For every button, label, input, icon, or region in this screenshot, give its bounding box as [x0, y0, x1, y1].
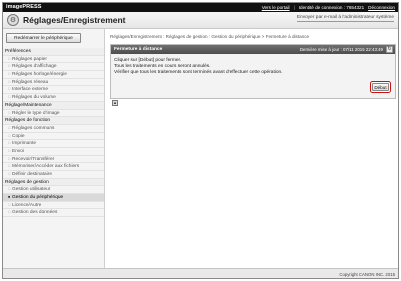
sidebar-item-label: Réglages d'affichage: [12, 64, 57, 70]
sidebar-item-label: Régler le type d'image: [12, 110, 60, 116]
page-title: Réglages/Enregistrement: [23, 15, 126, 25]
sidebar-item-label: Interface externe: [12, 87, 48, 93]
portal-link[interactable]: Vers le portail: [262, 5, 290, 10]
arrow-up-icon[interactable]: ▲: [112, 100, 118, 106]
sidebar-item-label: Gestion utilisateur: [12, 187, 51, 193]
sidebar-item[interactable]: □ Recevoir/Transférer: [3, 156, 104, 164]
sidebar-item-label: Mémoriser/Accéder aux fichiers: [12, 164, 80, 170]
sidebar-item-label: Réglages de fonction: [5, 118, 51, 124]
sidebar-item[interactable]: □ Réglages d'affichage: [3, 63, 104, 72]
sidebar-item-label: Imprimante: [12, 141, 36, 147]
sidebar-item-label: Réglages réseau: [12, 79, 49, 85]
sidebar-item[interactable]: □ Réglages papier: [3, 56, 104, 64]
sidebar-item[interactable]: □ Réglages horloge/énergie: [3, 71, 104, 79]
sidebar-item[interactable]: □ Gestion des données: [3, 209, 104, 218]
main-content: Réglages/Enregistrement : Réglages de ge…: [106, 29, 398, 268]
sidebar-item-label: Réglages horloge/énergie: [12, 72, 67, 78]
sidebar-item[interactable]: □ Imprimante: [3, 140, 104, 148]
sidebar-section-header[interactable]: Réglages de gestion: [3, 178, 104, 187]
email-admin-link[interactable]: Envoyer par e-mail à l'administrateur sy…: [296, 15, 394, 22]
brand-logo: imagePRESS: [6, 4, 42, 10]
sidebar-item-label: Gestion du périphérique: [12, 195, 64, 201]
sidebar-item[interactable]: □ Réglages du volume: [3, 94, 104, 102]
sidebar-item-label: Réglages de gestion: [5, 179, 49, 185]
app-window: imagePRESS Vers le portail | Identité de…: [2, 2, 399, 279]
sidebar-item-label: Préférences: [5, 49, 31, 54]
breadcrumb: Réglages/Enregistrement : Réglages de ge…: [110, 34, 310, 39]
sidebar-item-label: Recevoir/Transférer: [12, 156, 55, 162]
message-line: Tous les traitements en cours seront ann…: [114, 64, 211, 69]
sidebar-item-label: Licence/Autre: [12, 202, 42, 208]
start-button[interactable]: Début: [372, 83, 389, 91]
sidebar-item[interactable]: □ Gestion utilisateur: [3, 186, 104, 195]
top-bar: imagePRESS Vers le portail | Identité de…: [3, 3, 398, 12]
sidebar-item-label: Réglages du volume: [12, 95, 56, 101]
start-button-highlight: Début: [370, 81, 391, 93]
separator: |: [293, 4, 295, 10]
sidebar-item[interactable]: □ Définir destinataire: [3, 171, 104, 179]
sidebar-item[interactable]: □ Copie: [3, 133, 104, 141]
sidebar-item-label: Gestion des données: [12, 210, 58, 216]
footer: Copyright CANON INC. 2015: [3, 268, 398, 278]
sidebar-item[interactable]: □ Régler le type d'image: [3, 110, 104, 118]
panel-header: Fermeture à distance Dernière mise à jou…: [111, 45, 395, 54]
message-line: Cliquer sur [Début] pour fermer.: [114, 58, 182, 63]
sidebar-item[interactable]: □ Interface externe: [3, 86, 104, 95]
panel-title: Fermeture à distance: [114, 46, 163, 52]
last-updated: Dernière mise à jour : 07/11 2015 22:43:…: [299, 46, 383, 52]
sidebar-item-label: Réglage/Maintenance: [5, 102, 52, 108]
sidebar-item-label: Copie: [12, 133, 25, 139]
sidebar: Redémarrer le périphérique Préférences □ R…: [3, 29, 105, 268]
sidebar-item[interactable]: ■ Gestion du périphérique: [3, 194, 104, 202]
sidebar-section-header[interactable]: Réglages de fonction: [3, 117, 104, 125]
sidebar-item[interactable]: □ Réglages communs: [3, 125, 104, 133]
sidebar-section-header[interactable]: Préférences: [3, 48, 104, 56]
sidebar-item-label: Envoi: [12, 148, 24, 154]
page-header: ⚙ Réglages/Enregistrement Envoyer par e-…: [3, 12, 398, 29]
copyright: Copyright CANON INC. 2015: [339, 272, 395, 277]
message-line: Vérifier que tous les traitements sont t…: [114, 70, 283, 75]
top-links: Vers le portail | Identité de connexion …: [262, 5, 395, 10]
sidebar-item-label: Définir destinataire: [12, 172, 52, 177]
sidebar-item-label: Réglages papier: [12, 56, 47, 62]
refresh-icon[interactable]: ↻: [386, 46, 393, 53]
sidebar-item[interactable]: □ Licence/Autre: [3, 202, 104, 210]
remote-shutdown-panel: Fermeture à distance Dernière mise à jou…: [110, 44, 396, 99]
sidebar-nav: Préférences □ Réglages papier □ Réglages d'a…: [3, 48, 104, 218]
sidebar-item[interactable]: □ Mémoriser/Accéder aux fichiers: [3, 163, 104, 171]
restart-device-button[interactable]: Redémarrer le périphérique: [6, 33, 81, 43]
sidebar-item[interactable]: □ Réglages réseau: [3, 79, 104, 87]
settings-app-icon: ⚙: [7, 14, 19, 26]
logout-link[interactable]: Déconnexion: [368, 5, 395, 10]
sidebar-item-label: Réglages communs: [12, 125, 55, 131]
sidebar-section-header[interactable]: Réglage/Maintenance: [3, 101, 104, 110]
sidebar-item[interactable]: □ Envoi: [3, 148, 104, 156]
login-id: Identité de connexion : 7654321: [298, 4, 365, 10]
